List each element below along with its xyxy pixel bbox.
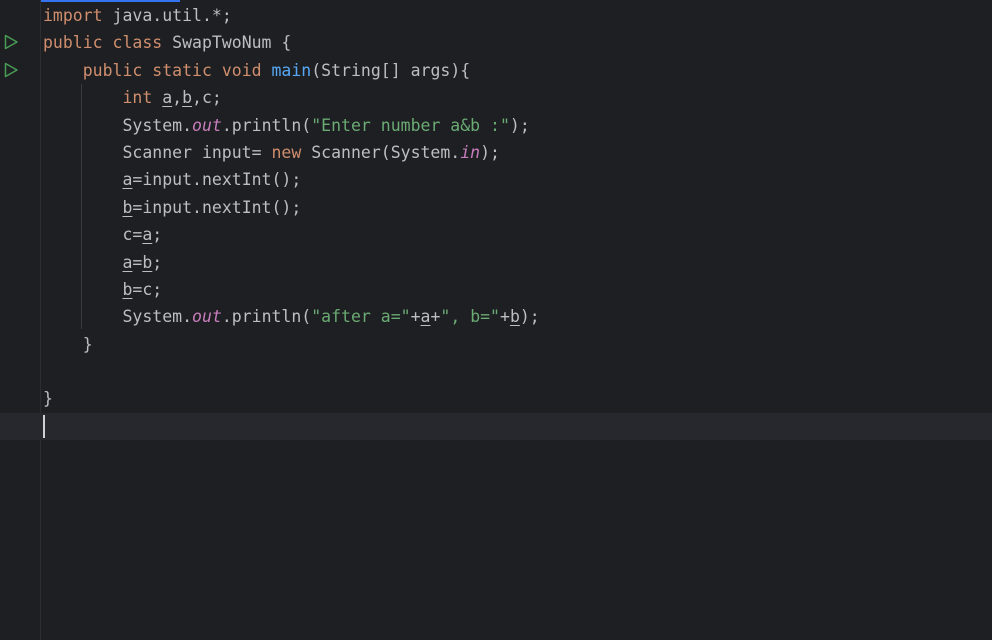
code-token-var: a — [122, 170, 133, 190]
code-line[interactable]: import java.util.*; — [43, 2, 988, 29]
code-token-plain: System. — [43, 307, 193, 327]
code-token-field: out — [192, 307, 222, 327]
code-line[interactable]: System.out.println("after a="+a+", b="+b… — [43, 303, 988, 330]
code-token-plain: ; — [152, 225, 163, 245]
code-token-var: b — [509, 307, 520, 327]
code-token-var: b — [142, 252, 153, 272]
code-line[interactable]: b=input.nextInt(); — [43, 194, 988, 221]
code-token-plain: SwapTwoNum { — [162, 33, 292, 53]
code-token-kw: new — [271, 142, 302, 162]
code-line[interactable]: b=c; — [43, 276, 988, 303]
code-token-plain: = — [132, 252, 143, 272]
code-token-plain: ); — [519, 307, 540, 327]
code-token-var: a — [122, 252, 133, 272]
code-token-plain: + — [430, 307, 441, 327]
code-token-plain: } — [43, 389, 53, 409]
code-token-plain: System. — [43, 115, 193, 135]
code-token-plain: Scanner input= — [43, 142, 272, 162]
code-token-plain: .println( — [221, 115, 312, 135]
play-icon — [4, 34, 18, 50]
code-token-var: b — [122, 197, 133, 217]
code-line[interactable]: a=b; — [43, 249, 988, 276]
code-token-plain: ); — [480, 142, 500, 162]
code-token-plain: =input.nextInt(); — [132, 170, 302, 190]
code-token-kw: int — [122, 88, 153, 108]
code-token-kw: public static void — [82, 60, 262, 80]
play-icon — [4, 62, 18, 78]
code-token-plain: } — [43, 334, 93, 354]
code-token-plain: java.util.*; — [102, 6, 232, 25]
code-token-plain: ; — [152, 252, 163, 272]
code-line[interactable]: public class SwapTwoNum { — [43, 29, 988, 56]
code-token-plain: (String[] args){ — [311, 60, 471, 80]
code-line[interactable]: a=input.nextInt(); — [43, 166, 988, 193]
code-line[interactable]: public static void main(String[] args){ — [43, 57, 988, 84]
code-token-plain: ); — [509, 115, 530, 135]
code-token-field: out — [192, 115, 222, 135]
code-text-area[interactable]: import java.util.*; public class SwapTwoN… — [43, 2, 988, 440]
code-line[interactable]: } — [43, 385, 988, 412]
code-token-fn: main — [271, 60, 312, 80]
code-token-plain: + — [410, 307, 421, 327]
code-token-str: ", b=" — [440, 307, 500, 327]
code-token-var: a — [142, 225, 153, 245]
code-token-plain: Scanner(System. — [301, 142, 461, 162]
code-token-kw: public class — [43, 33, 163, 53]
code-token-plain: , — [172, 88, 183, 108]
code-editor[interactable]: import java.util.*; public class SwapTwoN… — [0, 0, 992, 640]
text-caret — [43, 415, 45, 438]
code-token-plain: + — [500, 307, 510, 327]
code-line[interactable]: Scanner input= new Scanner(System.in); — [43, 139, 988, 166]
code-token-field: in — [460, 142, 481, 162]
run-class-icon[interactable] — [3, 34, 19, 50]
code-token-var: a — [162, 88, 173, 108]
code-line[interactable] — [43, 413, 988, 440]
editor-gutter — [0, 0, 41, 640]
code-token-str: "Enter number a&b :" — [311, 115, 510, 135]
code-token-var: a — [420, 307, 431, 327]
code-token-kw: import — [43, 6, 103, 25]
code-token-plain: c= — [43, 225, 143, 245]
run-main-icon[interactable] — [3, 62, 19, 78]
code-line[interactable] — [43, 358, 988, 385]
code-token-plain: =c; — [132, 279, 163, 299]
code-token-var: b — [122, 279, 133, 299]
code-token-plain: ,c; — [192, 88, 222, 108]
code-token-plain: .println( — [221, 307, 312, 327]
code-line[interactable]: } — [43, 331, 988, 358]
code-token-str: "after a=" — [311, 307, 411, 327]
code-line[interactable]: int a,b,c; — [43, 84, 988, 111]
code-token-plain: =input.nextInt(); — [132, 197, 302, 217]
code-line[interactable]: System.out.println("Enter number a&b :")… — [43, 112, 988, 139]
code-token-var: b — [182, 88, 193, 108]
code-line[interactable]: c=a; — [43, 221, 988, 248]
